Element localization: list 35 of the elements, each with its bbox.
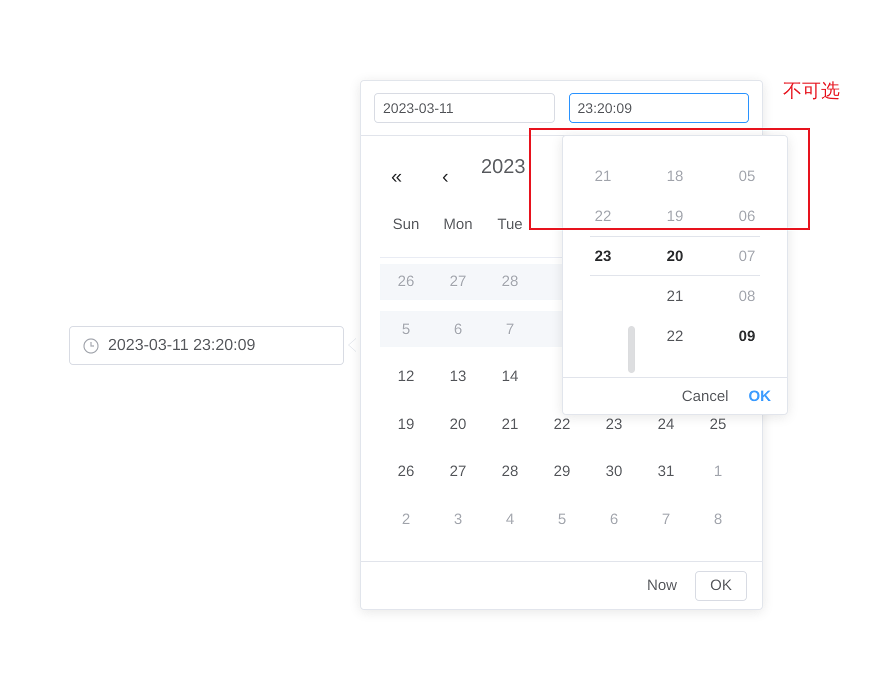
weekday-label: Tue xyxy=(484,216,536,258)
now-button[interactable]: Now xyxy=(640,573,683,598)
clock-icon xyxy=(83,338,99,354)
calendar-day[interactable]: 23 xyxy=(606,416,622,433)
calendar-day[interactable]: 30 xyxy=(606,463,622,480)
previous-year-button[interactable]: « xyxy=(391,166,442,189)
weekday-label: Sun xyxy=(380,216,432,258)
time-option[interactable]: 21 xyxy=(639,276,711,316)
calendar-day[interactable]: 13 xyxy=(450,368,466,386)
cancel-button[interactable]: Cancel xyxy=(676,384,734,408)
calendar-day[interactable]: 25 xyxy=(710,416,726,433)
time-input[interactable]: 23:20:09 xyxy=(568,93,749,123)
calendar-day[interactable]: 21 xyxy=(502,416,518,433)
calendar-day[interactable]: 26 xyxy=(398,463,414,480)
scrollbar-thumb[interactable] xyxy=(628,326,635,373)
calendar-day[interactable]: 24 xyxy=(658,416,674,433)
time-option[interactable]: 23 xyxy=(567,236,639,276)
date-time-field[interactable]: 2023-03-11 23:20:09 xyxy=(69,326,344,365)
calendar-day[interactable]: 28 xyxy=(502,463,518,480)
calendar-day[interactable]: 22 xyxy=(554,416,570,433)
date-input[interactable]: 2023-03-11 xyxy=(374,93,554,123)
annotation-text: 不可选 xyxy=(783,79,840,104)
calendar-day[interactable]: 14 xyxy=(502,368,518,386)
time-option[interactable]: 20 xyxy=(639,236,711,276)
calendar-day[interactable]: 12 xyxy=(398,368,414,386)
time-option[interactable]: 22 xyxy=(639,316,711,356)
weekday-label: Mon xyxy=(432,216,484,258)
calendar-day[interactable]: 19 xyxy=(398,416,414,433)
time-option[interactable]: 09 xyxy=(711,316,783,356)
calendar-day[interactable]: 29 xyxy=(554,463,570,480)
calendar-day[interactable]: 20 xyxy=(450,416,466,433)
calendar-day[interactable]: 31 xyxy=(658,463,674,480)
calendar-day[interactable]: 27 xyxy=(450,463,466,480)
year-label: 2023 xyxy=(481,156,526,179)
ok-button[interactable]: OK xyxy=(695,570,747,600)
